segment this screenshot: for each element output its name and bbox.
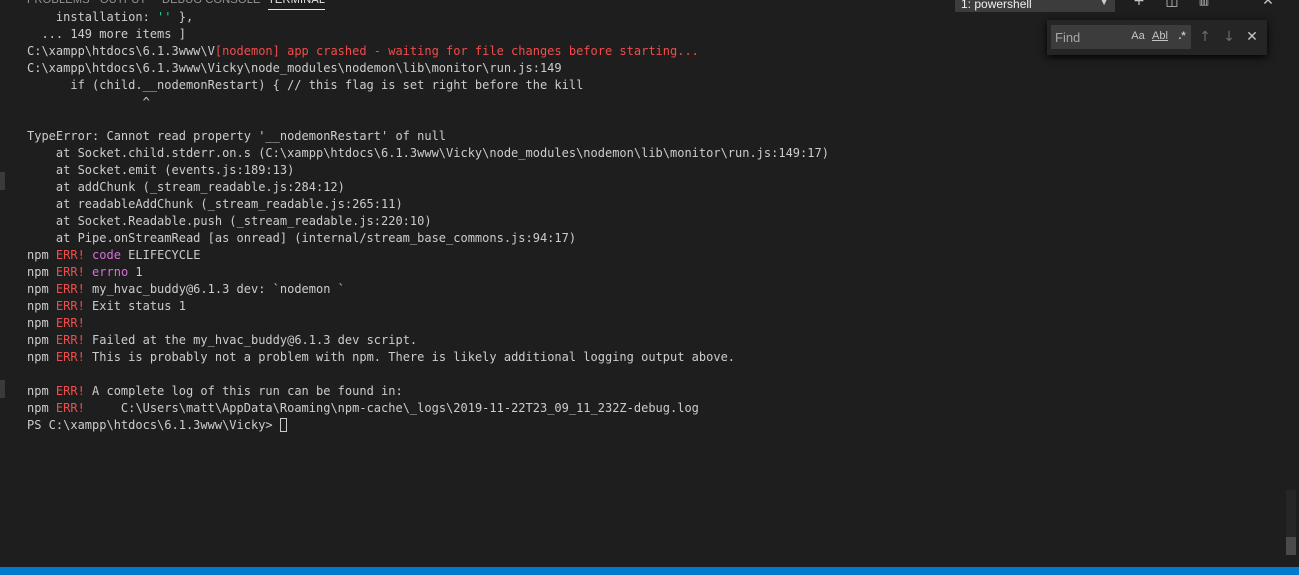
terminal-line: at Pipe.onStreamRead [as onread] (intern… xyxy=(27,230,1267,247)
terminal-text: at Socket.Readable.push (_stream_readabl… xyxy=(27,214,432,228)
terminal-prompt: PS C:\xampp\htdocs\6.1.3www\Vicky> xyxy=(27,418,280,432)
terminal-text: at Socket.child.stderr.on.s (C:\xampp\ht… xyxy=(27,146,829,160)
terminal-line: at addChunk (_stream_readable.js:284:12) xyxy=(27,179,1267,196)
terminal-output[interactable]: installation: '' }, ... 149 more items ]… xyxy=(27,9,1267,434)
terminal-line: npm ERR! my_hvac_buddy@6.1.3 dev: `nodem… xyxy=(27,281,1267,298)
terminal-line: C:\xampp\htdocs\6.1.3www\Vicky\node_modu… xyxy=(27,60,1267,77)
terminal-text: npm xyxy=(27,316,56,330)
next-match-icon[interactable]: ↓ xyxy=(1221,27,1237,47)
terminal-line: npm ERR! A complete log of this run can … xyxy=(27,383,1267,400)
terminal-text: Exit status 1 xyxy=(84,299,186,313)
terminal-text: at readableAddChunk (_stream_readable.js… xyxy=(27,197,403,211)
terminal-line: npm ERR! Failed at the my_hvac_buddy@6.1… xyxy=(27,332,1267,349)
terminal-text: ERR! xyxy=(55,401,85,415)
close-find-icon[interactable]: ✕ xyxy=(1244,27,1260,47)
terminal-line: npm ERR! code ELIFECYCLE xyxy=(27,247,1267,264)
gutter-marker xyxy=(0,172,5,190)
whole-word-icon[interactable]: Abl xyxy=(1151,28,1169,44)
terminal-text: ERR! xyxy=(55,265,85,279)
terminal-text: npm xyxy=(27,401,56,415)
terminal-text: my_hvac_buddy@6.1.3 dev: `nodemon ` xyxy=(84,282,345,296)
terminal-text: A complete log of this run can be found … xyxy=(84,384,403,398)
terminal-line: at readableAddChunk (_stream_readable.js… xyxy=(27,196,1267,213)
terminal-line: at Socket.Readable.push (_stream_readabl… xyxy=(27,213,1267,230)
terminal-text: Failed at the my_hvac_buddy@6.1.3 dev sc… xyxy=(84,333,418,347)
terminal-text: C:\xampp\htdocs\6.1.3www\V xyxy=(27,44,215,58)
terminal-line: npm ERR! C:\Users\matt\AppData\Roaming\n… xyxy=(27,400,1267,417)
terminal-text: ERR! xyxy=(55,248,85,262)
terminal-line: TypeError: Cannot read property '__nodem… xyxy=(27,128,1267,145)
terminal-text: ERR! xyxy=(55,299,85,313)
terminal-line: if (child.__nodemonRestart) { // this fl… xyxy=(27,77,1267,94)
terminal-text: npm xyxy=(27,265,56,279)
find-input[interactable] xyxy=(1051,25,1191,49)
terminal-text: if (child.__nodemonRestart) { // this fl… xyxy=(27,78,584,92)
terminal-text: TypeError: Cannot read property '__nodem… xyxy=(27,129,447,143)
terminal-text: npm xyxy=(27,333,56,347)
terminal-text: npm xyxy=(27,350,56,364)
terminal-line: npm ERR! Exit status 1 xyxy=(27,298,1267,315)
terminal-text: ERR! xyxy=(55,316,85,330)
terminal-text: installation: xyxy=(27,10,158,24)
status-bar xyxy=(0,567,1299,575)
scrollbar-thumb[interactable] xyxy=(1286,537,1296,555)
terminal-text: npm xyxy=(27,299,56,313)
terminal-text: ELIFECYCLE xyxy=(120,248,201,262)
terminal-text: ... 149 more items ] xyxy=(27,27,186,41)
terminal-line: npm ERR! This is probably not a problem … xyxy=(27,349,1267,366)
terminal-text: C:\Users\matt\AppData\Roaming\npm-cache\… xyxy=(84,401,699,415)
terminal-text: npm xyxy=(27,248,56,262)
terminal-text: ERR! xyxy=(55,350,85,364)
terminal-text: npm xyxy=(27,282,56,296)
terminal-text: at Socket.emit (events.js:189:13) xyxy=(27,163,295,177)
terminal-text: at addChunk (_stream_readable.js:284:12) xyxy=(27,180,345,194)
terminal-text: ERR! xyxy=(55,333,85,347)
terminal-text: errno xyxy=(92,265,129,279)
terminal-text: 1 xyxy=(128,265,143,279)
terminal-cursor xyxy=(279,418,287,432)
gutter-marker xyxy=(0,380,5,398)
terminal-line: npm ERR! errno 1 xyxy=(27,264,1267,281)
terminal-text: ^ xyxy=(27,95,150,109)
terminal-text: code xyxy=(92,248,121,262)
terminal-scrollbar[interactable] xyxy=(1285,0,1299,568)
terminal-text: at Pipe.onStreamRead [as onread] (intern… xyxy=(27,231,577,245)
terminal-line: at Socket.child.stderr.on.s (C:\xampp\ht… xyxy=(27,145,1267,162)
terminal-text: ERR! xyxy=(55,384,85,398)
terminal-text: ERR! xyxy=(55,282,85,296)
terminal-text: C:\xampp\htdocs\6.1.3www\Vicky\node_modu… xyxy=(27,61,562,75)
terminal-prompt-line: PS C:\xampp\htdocs\6.1.3www\Vicky> xyxy=(27,417,1267,434)
terminal-text: '' xyxy=(157,10,172,24)
terminal-line: ^ xyxy=(27,94,1267,111)
previous-match-icon[interactable]: ↑ xyxy=(1197,27,1213,47)
terminal-line: npm ERR! xyxy=(27,315,1267,332)
terminal-line: at Socket.emit (events.js:189:13) xyxy=(27,162,1267,179)
terminal-text: }, xyxy=(171,10,194,24)
find-widget: Aa Abl .* ↑ ↓ ✕ xyxy=(1047,20,1267,55)
terminal-text: npm xyxy=(27,384,56,398)
regex-icon[interactable]: .* xyxy=(1173,28,1191,44)
terminal-text: This is probably not a problem with npm.… xyxy=(84,350,736,364)
match-case-icon[interactable]: Aa xyxy=(1129,28,1147,44)
terminal-text: [nodemon] app crashed - waiting for file… xyxy=(214,44,699,58)
